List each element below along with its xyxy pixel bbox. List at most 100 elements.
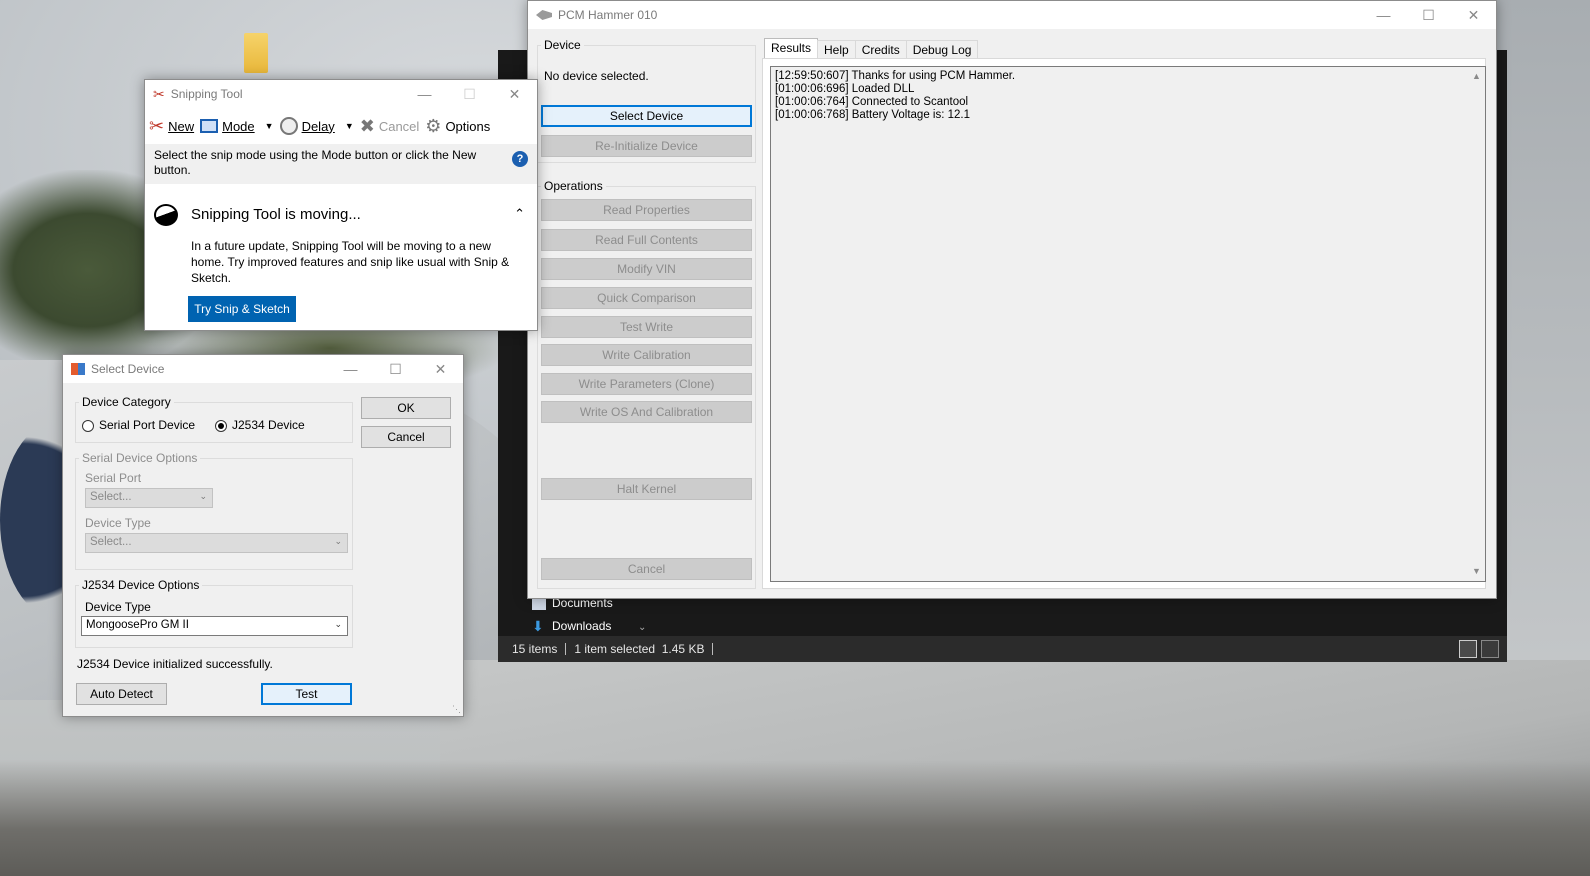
nav-item-label: Downloads <box>552 619 612 633</box>
details-view-button[interactable] <box>1459 640 1477 658</box>
scissors-icon: ✂ <box>149 115 165 136</box>
desktop-folder-icon[interactable] <box>244 33 268 73</box>
maximize-button[interactable]: ☐ <box>373 355 418 383</box>
maximize-button: ☐ <box>463 85 476 102</box>
instructions-text: Select the snip mode using the Mode butt… <box>154 148 477 177</box>
radio-button[interactable] <box>215 419 227 432</box>
tab-help[interactable]: Help <box>817 40 856 59</box>
chevron-down-icon: ⌄ <box>334 536 342 546</box>
title-bar[interactable]: ✂ Snipping Tool — ☐ ✕ <box>145 80 537 108</box>
notice-title: Snipping Tool is moving... <box>191 206 361 223</box>
tab-results[interactable]: Results <box>764 38 819 59</box>
group-label: Serial Device Options <box>79 451 201 465</box>
dropdown-arrow-icon[interactable]: ▼ <box>345 121 354 131</box>
maximize-button[interactable]: ☐ <box>1406 1 1451 29</box>
select-device-button[interactable]: Select Device <box>541 105 752 127</box>
snip-sketch-icon <box>154 204 178 226</box>
pcm-hammer-window: PCM Hammer 010 — ☐ ✕ Device No device se… <box>527 0 1497 599</box>
title-bar[interactable]: PCM Hammer 010 — ☐ ✕ <box>528 1 1496 29</box>
results-log[interactable]: [12:59:50:607] Thanks for using PCM Hamm… <box>770 66 1486 582</box>
selection-info: 1 item selected 1.45 KB <box>574 643 714 655</box>
snipping-tool-window: ✂ Snipping Tool — ☐ ✕ ✂ New Mode ▼ Delay… <box>144 79 538 331</box>
clock-icon <box>279 117 298 135</box>
cancel-snip-button[interactable]: ✖ Cancel <box>360 116 420 137</box>
operations-cancel-button[interactable]: Cancel <box>541 558 752 580</box>
scroll-down-icon[interactable]: ▼ <box>1472 565 1481 578</box>
serial-port-device-radio[interactable]: Serial Port Device <box>82 418 195 432</box>
write-parameters-clone-button[interactable]: Write Parameters (Clone) <box>541 373 752 395</box>
help-icon[interactable]: ? <box>512 151 528 167</box>
group-label: Operations <box>541 179 606 193</box>
minimize-button[interactable]: — <box>328 355 373 383</box>
try-snip-sketch-button[interactable]: Try Snip & Sketch <box>188 296 296 322</box>
log-line: [01:00:06:764] Connected to Scantool <box>775 96 969 108</box>
tab-credits[interactable]: Credits <box>854 40 907 59</box>
large-icons-view-button[interactable] <box>1481 640 1499 658</box>
minimize-button[interactable]: — <box>402 80 447 108</box>
auto-detect-button[interactable]: Auto Detect <box>76 683 167 705</box>
select-value: MongoosePro GM II <box>86 619 189 631</box>
log-scrollbar[interactable]: ▲ ▼ <box>1468 67 1485 581</box>
j2534-device-type-select[interactable]: MongoosePro GM II ⌄ <box>81 616 348 636</box>
close-button[interactable]: ✕ <box>492 80 537 108</box>
app-icon <box>536 10 552 20</box>
resize-grip-icon[interactable]: ⋱ <box>452 704 461 715</box>
scroll-up-icon[interactable]: ▲ <box>1472 70 1481 83</box>
gear-icon: ⚙ <box>425 115 442 136</box>
window-title: PCM Hammer 010 <box>558 8 658 22</box>
tab-debug-log[interactable]: Debug Log <box>905 40 979 59</box>
group-label: Device Category <box>79 395 174 409</box>
ok-button[interactable]: OK <box>361 397 451 419</box>
close-button[interactable]: ✕ <box>1451 1 1496 29</box>
cancel-button[interactable]: Cancel <box>361 426 451 448</box>
minimize-button[interactable]: — <box>1361 1 1406 29</box>
device-status-message: J2534 Device initialized successfully. <box>77 657 273 671</box>
mode-button[interactable]: Mode ▼ <box>200 118 274 134</box>
rectangle-snip-icon <box>200 119 219 133</box>
reinitialize-device-button[interactable]: Re-Initialize Device <box>541 135 752 157</box>
toolbar-label: Mode <box>222 118 255 134</box>
write-calibration-button[interactable]: Write Calibration <box>541 344 752 366</box>
j2534-device-radio[interactable]: J2534 Device <box>215 418 305 432</box>
test-write-button[interactable]: Test Write <box>541 316 752 338</box>
delay-button[interactable]: Delay ▼ <box>279 117 354 135</box>
serial-device-type-select[interactable]: Select... ⌄ <box>85 533 348 553</box>
download-arrow-icon: ⬇ <box>532 618 544 634</box>
quick-comparison-button[interactable]: Quick Comparison <box>541 287 752 309</box>
dropdown-arrow-icon[interactable]: ▼ <box>265 121 274 131</box>
group-label: J2534 Device Options <box>79 578 203 592</box>
test-button[interactable]: Test <box>261 683 352 705</box>
chevron-down-icon[interactable]: ⌄ <box>638 622 646 633</box>
group-label: Device <box>541 38 584 52</box>
device-status: No device selected. <box>544 69 649 83</box>
instructions-panel: Select the snip mode using the Mode butt… <box>145 144 537 184</box>
chevron-down-icon: ⌄ <box>199 491 207 501</box>
close-button[interactable]: ✕ <box>418 355 463 383</box>
select-device-window: Select Device — ☐ ✕ Device Category Seri… <box>62 354 464 717</box>
toolbar-label: New <box>168 118 195 134</box>
read-full-contents-button[interactable]: Read Full Contents <box>541 229 752 251</box>
select-value: Select... <box>90 536 132 548</box>
nav-item-downloads[interactable]: ⬇ Downloads <box>532 619 611 633</box>
items-count: 15 items <box>512 643 567 655</box>
serial-port-select[interactable]: Select... ⌄ <box>85 488 213 508</box>
radio-button[interactable] <box>82 419 94 432</box>
write-os-and-calibration-button[interactable]: Write OS And Calibration <box>541 401 752 423</box>
results-panel: [12:59:50:607] Thanks for using PCM Hamm… <box>762 58 1486 589</box>
snip-toolbar: ✂ New Mode ▼ Delay ▼ ✖ Cancel ⚙ Options <box>145 108 537 144</box>
chevron-down-icon: ⌄ <box>334 619 342 629</box>
options-button[interactable]: ⚙ Options <box>425 116 490 137</box>
toolbar-label: Options <box>445 118 491 134</box>
scissors-icon: ✂ <box>153 85 165 102</box>
window-title: Snipping Tool <box>170 87 243 101</box>
status-bar: 15 items 1 item selected 1.45 KB <box>498 636 1507 662</box>
new-snip-button[interactable]: ✂ New <box>149 116 194 137</box>
window-title: Select Device <box>91 362 165 376</box>
toolbar-label: Delay <box>301 118 335 134</box>
modify-vin-button[interactable]: Modify VIN <box>541 258 752 280</box>
read-properties-button[interactable]: Read Properties <box>541 199 752 221</box>
collapse-chevron-icon[interactable]: ⌃ <box>514 206 525 222</box>
title-bar[interactable]: Select Device — ☐ ✕ <box>63 355 463 383</box>
halt-kernel-button[interactable]: Halt Kernel <box>541 478 752 500</box>
radio-label: J2534 Device <box>232 418 305 432</box>
